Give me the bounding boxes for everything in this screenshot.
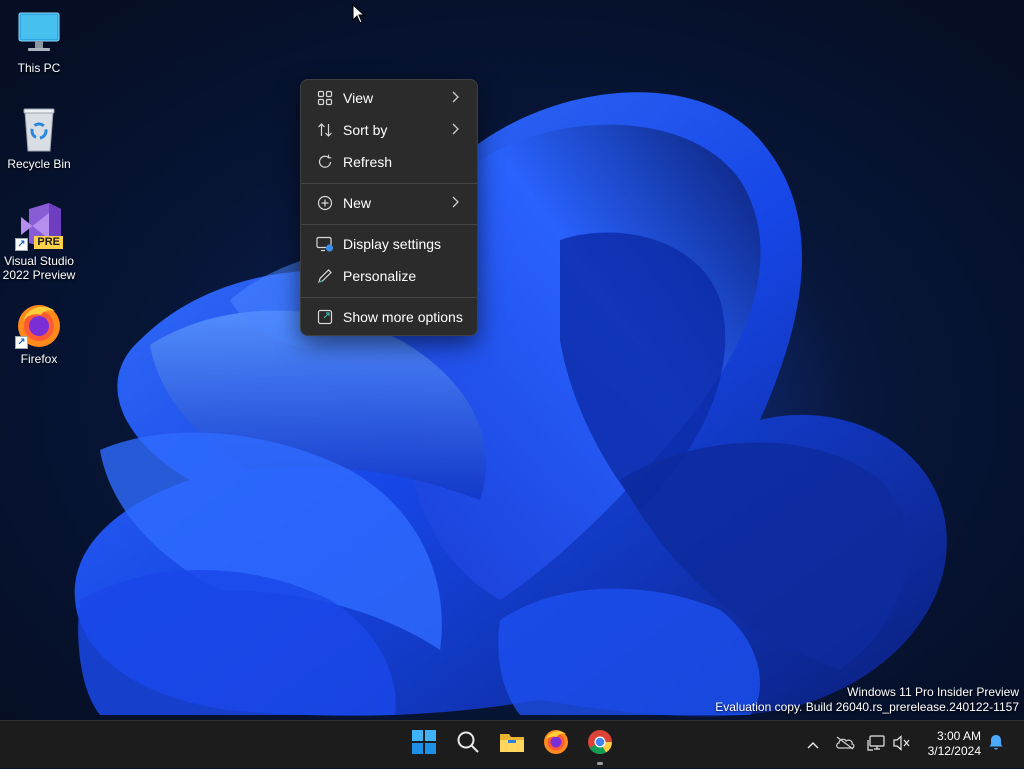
- show-hidden-icons-button[interactable]: [803, 721, 823, 769]
- chevron-right-icon: [451, 122, 461, 138]
- display-settings-icon: [314, 233, 336, 255]
- menu-item-view[interactable]: View: [305, 83, 473, 113]
- wallpaper-bloom: [74, 92, 947, 717]
- menu-item-show-more-options[interactable]: Show more options: [305, 302, 473, 332]
- desktop[interactable]: This PC Recycle Bin PRE ↗ Visual Studio …: [0, 0, 1024, 720]
- menu-separator: [301, 297, 477, 298]
- onedrive-icon: [835, 736, 855, 755]
- chevron-up-icon: [807, 736, 819, 754]
- desktop-icon-firefox[interactable]: ↗ Firefox: [1, 301, 77, 366]
- start-icon: [412, 729, 436, 759]
- taskbar-firefox[interactable]: [539, 727, 573, 761]
- watermark-line2: Evaluation copy. Build 26040.rs_prerelea…: [715, 700, 1019, 714]
- search-button[interactable]: [451, 727, 485, 761]
- taskbar-chrome[interactable]: [583, 727, 617, 765]
- recycle-bin-icon: [15, 106, 63, 154]
- menu-item-label: New: [343, 195, 372, 211]
- menu-item-new[interactable]: New: [305, 188, 473, 218]
- notifications-button[interactable]: [985, 721, 1007, 769]
- evaluation-watermark: Windows 11 Pro Insider Preview Evaluatio…: [715, 685, 1019, 715]
- pre-badge: PRE: [34, 236, 63, 249]
- firefox-icon: ↗: [15, 301, 63, 349]
- monitor-icon: [15, 10, 63, 58]
- menu-item-display-settings[interactable]: Display settings: [305, 229, 473, 259]
- menu-item-label: Refresh: [343, 154, 393, 170]
- desktop-icon-label-line1: Visual Studio: [4, 254, 74, 268]
- network-tray-button[interactable]: [865, 721, 889, 769]
- menu-item-label: Personalize: [343, 268, 417, 284]
- open-external-icon: [314, 306, 336, 328]
- clock-date: 3/12/2024: [927, 744, 981, 758]
- grid-icon: [314, 87, 336, 109]
- clock-time: 3:00 AM: [936, 729, 981, 743]
- menu-item-refresh[interactable]: Refresh: [305, 147, 473, 177]
- desktop-icon-label: Recycle Bin: [7, 157, 71, 171]
- taskbar-file-explorer[interactable]: [495, 727, 529, 761]
- desktop-icon-label-line2: 2022 Preview: [2, 268, 76, 282]
- desktop-icon-label: This PC: [17, 61, 61, 75]
- search-icon: [456, 730, 480, 759]
- menu-separator: [301, 224, 477, 225]
- running-indicator: [597, 762, 603, 765]
- chevron-right-icon: [451, 90, 461, 106]
- menu-item-label: Show more options: [343, 309, 463, 325]
- pen-icon: [314, 265, 336, 287]
- refresh-icon: [314, 151, 336, 173]
- menu-item-label: View: [343, 90, 374, 106]
- onedrive-tray-button[interactable]: [833, 721, 857, 769]
- watermark-line1: Windows 11 Pro Insider Preview: [847, 685, 1019, 699]
- desktop-icon-recycle-bin[interactable]: Recycle Bin: [1, 106, 77, 171]
- volume-tray-button[interactable]: [890, 721, 914, 769]
- shortcut-arrow-icon: ↗: [15, 238, 28, 251]
- menu-item-label: Display settings: [343, 236, 442, 252]
- plus-circle-icon: [314, 192, 336, 214]
- sort-icon: [314, 119, 336, 141]
- clock[interactable]: 3:00 AM 3/12/2024: [928, 729, 981, 759]
- menu-item-personalize[interactable]: Personalize: [305, 261, 473, 291]
- bell-icon: [988, 734, 1004, 756]
- visual-studio-icon: PRE ↗: [15, 203, 63, 251]
- chrome-icon: [587, 729, 613, 760]
- start-button[interactable]: [407, 727, 441, 761]
- menu-item-sort-by[interactable]: Sort by: [305, 115, 473, 145]
- shortcut-arrow-icon: ↗: [15, 336, 28, 349]
- menu-item-label: Sort by: [343, 122, 388, 138]
- desktop-icon-label: Firefox: [20, 352, 58, 366]
- firefox-icon: [543, 729, 569, 760]
- mouse-cursor-icon: [352, 3, 366, 29]
- desktop-icon-this-pc[interactable]: This PC: [1, 10, 77, 75]
- desktop-context-menu: View Sort by Refresh New Display setting…: [300, 79, 478, 336]
- taskbar: 3:00 AM 3/12/2024: [0, 720, 1024, 768]
- volume-muted-icon: [893, 734, 911, 756]
- desktop-icon-visual-studio[interactable]: PRE ↗ Visual Studio 2022 Preview: [1, 203, 77, 282]
- chevron-right-icon: [451, 195, 461, 211]
- menu-separator: [301, 183, 477, 184]
- file-explorer-icon: [499, 730, 525, 759]
- network-icon: [867, 734, 887, 757]
